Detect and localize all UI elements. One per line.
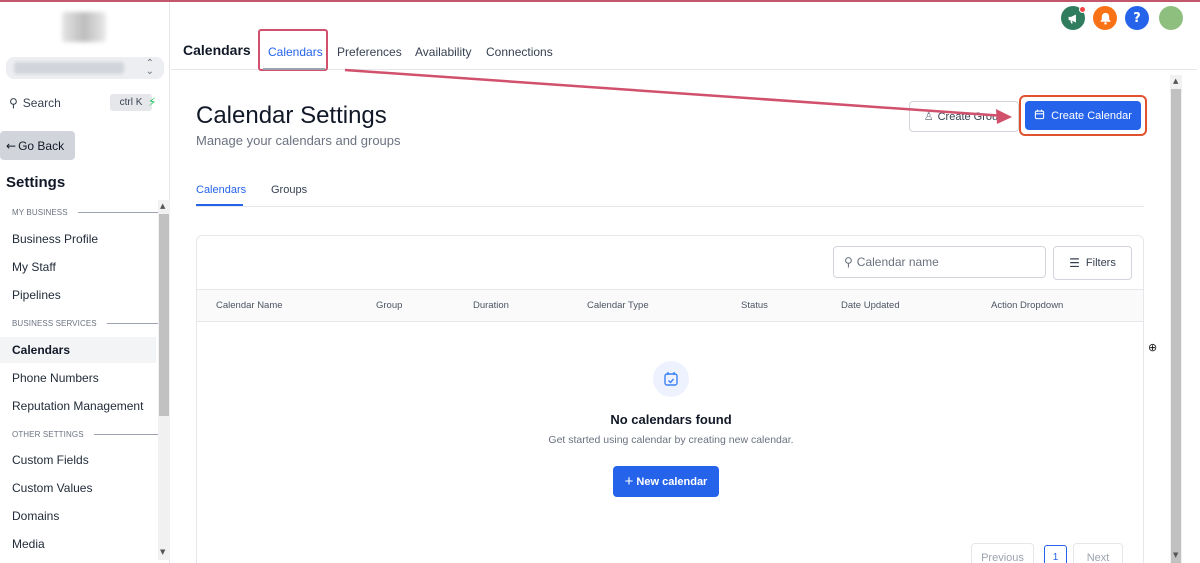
tab-calendars[interactable]: Calendars [268, 45, 323, 59]
column-date-updated[interactable]: Date Updated [841, 300, 900, 311]
sidebar-item-reputation-management[interactable]: Reputation Management [0, 393, 156, 419]
chevron-updown-icon: ⌃ ⌄ [145, 58, 154, 77]
subtab-active-underline [196, 204, 243, 206]
sidebar-item-phone-numbers[interactable]: Phone Numbers [0, 365, 156, 391]
create-calendar-label: Create Calendar [1051, 109, 1132, 122]
scroll-up-icon[interactable]: ▲ [160, 202, 165, 210]
divider [93, 434, 164, 435]
new-calendar-button[interactable]: + New calendar [613, 466, 719, 497]
section-label: BUSINESS SERVICES [12, 319, 97, 328]
filter-icon: ☰ [1069, 256, 1080, 270]
pagination-previous[interactable]: Previous [971, 543, 1034, 563]
main-content: Calendar Settings Manage your calendars … [171, 71, 1169, 563]
header-title: Calendars [183, 42, 251, 58]
tab-active-underline [263, 68, 325, 70]
arrow-left-icon: ← [6, 138, 17, 153]
table-header: Calendar Name Group Duration Calendar Ty… [197, 289, 1143, 322]
sidebar-item-pipelines[interactable]: Pipelines [0, 282, 156, 308]
main-scroll-thumb[interactable] [1171, 89, 1181, 563]
scroll-down-icon[interactable]: ▼ [160, 548, 165, 556]
megaphone-icon[interactable] [1061, 6, 1086, 30]
create-group-button[interactable]: ♙ Create Group [909, 101, 1019, 132]
column-action-dropdown[interactable]: Action Dropdown [991, 300, 1063, 311]
sidebar-search-label: Search [22, 96, 61, 110]
empty-state-subtitle: Get started using calendar by creating n… [548, 434, 794, 446]
company-logo [62, 12, 106, 42]
tab-connections[interactable]: Connections [486, 45, 553, 59]
section-label: OTHER SETTINGS [12, 430, 84, 439]
plus-icon: + [624, 473, 634, 490]
top-header: Calendars Calendars Preferences Availabi… [171, 2, 1197, 71]
subtab-groups[interactable]: Groups [271, 184, 307, 196]
main-scrollbar[interactable]: ▲ ▼ [1170, 75, 1182, 563]
user-group-icon: ♙ [923, 110, 934, 123]
zoom-icon: ⊕ [1148, 341, 1158, 354]
bolt-icon[interactable]: ⚡ [148, 95, 156, 109]
column-status[interactable]: Status [741, 300, 768, 311]
column-duration[interactable]: Duration [473, 300, 509, 311]
calendar-search-placeholder: Calendar name [856, 255, 939, 269]
sidebar-item-custom-values[interactable]: Custom Values [0, 475, 156, 501]
sidebar-search[interactable]: ⚲ Search ctrl K ⚡ [6, 94, 164, 112]
pagination-next[interactable]: Next [1073, 543, 1123, 563]
page-title: Calendar Settings [196, 102, 387, 129]
column-calendar-name[interactable]: Calendar Name [216, 300, 283, 311]
empty-state-title: No calendars found [610, 412, 732, 427]
bell-icon[interactable] [1093, 6, 1117, 30]
calendar-icon [1034, 109, 1045, 123]
sidebar-item-calendars[interactable]: Calendars [0, 337, 156, 363]
subtabs: Calendars Groups [196, 183, 1144, 207]
sidebar-item-business-profile[interactable]: Business Profile [0, 226, 156, 252]
create-group-label: Create Group [937, 110, 1005, 123]
tab-preferences[interactable]: Preferences [337, 45, 402, 59]
sidebar-item-custom-fields[interactable]: Custom Fields [0, 447, 156, 473]
divider [77, 212, 158, 213]
column-group[interactable]: Group [376, 300, 402, 311]
sidebar-scroll-thumb[interactable] [159, 214, 169, 416]
annotation-create-calendar-highlight: Create Calendar [1019, 95, 1147, 136]
page-subtitle: Manage your calendars and groups [196, 133, 401, 148]
sidebar-item-media[interactable]: Media [0, 531, 156, 557]
search-icon: ⚲ [9, 96, 18, 110]
avatar[interactable] [1159, 6, 1183, 30]
go-back-button[interactable]: ← Go Back [0, 131, 75, 160]
tab-availability[interactable]: Availability [415, 45, 471, 59]
pagination-page[interactable]: 1 [1044, 545, 1067, 563]
go-back-label: Go Back [18, 138, 65, 153]
section-label: MY BUSINESS [12, 208, 68, 217]
column-calendar-type[interactable]: Calendar Type [587, 300, 649, 311]
sidebar: ⌃ ⌄ ⚲ Search ctrl K ⚡ ← Go Back Settings … [0, 2, 170, 563]
create-calendar-button[interactable]: Create Calendar [1025, 101, 1141, 130]
sidebar-scrollbar[interactable]: ▲ ▼ [158, 200, 170, 560]
notification-dot [1079, 6, 1086, 13]
search-shortcut-badge: ctrl K [110, 94, 152, 111]
account-switcher[interactable]: ⌃ ⌄ [6, 57, 164, 79]
calendar-search-input[interactable]: ⚲ Calendar name [833, 246, 1046, 278]
new-calendar-label: New calendar [636, 475, 708, 488]
scroll-down-icon[interactable]: ▼ [1173, 551, 1178, 559]
section-other-settings: OTHER SETTINGS [12, 430, 164, 439]
sidebar-item-my-staff[interactable]: My Staff [0, 254, 156, 280]
filters-label: Filters [1085, 257, 1116, 269]
calendar-check-icon [653, 361, 689, 397]
account-name-redacted [14, 62, 124, 74]
settings-title: Settings [6, 174, 66, 191]
question-icon[interactable]: ? [1125, 6, 1149, 30]
calendars-table-card: ⚲ Calendar name ☰ Filters Calendar Name … [196, 235, 1144, 563]
search-icon: ⚲ [844, 255, 853, 269]
scroll-up-icon[interactable]: ▲ [1173, 77, 1178, 85]
section-my-business: MY BUSINESS [12, 208, 158, 217]
subtab-calendars[interactable]: Calendars [196, 184, 246, 196]
filters-button[interactable]: ☰ Filters [1053, 246, 1132, 280]
section-business-services: BUSINESS SERVICES [12, 319, 167, 328]
sidebar-item-domains[interactable]: Domains [0, 503, 156, 529]
